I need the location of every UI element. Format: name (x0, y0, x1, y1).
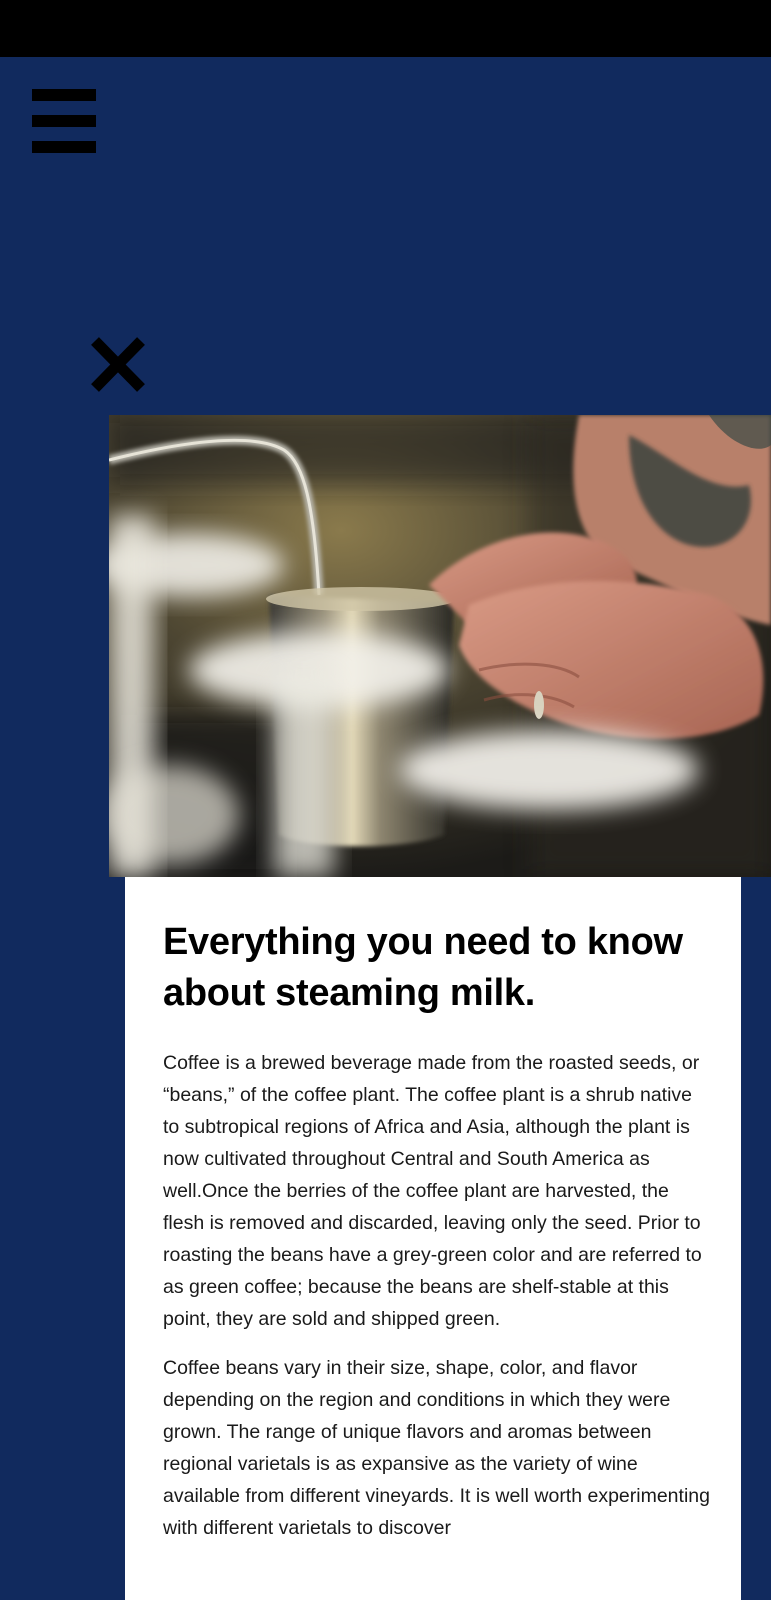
hero-image (109, 415, 771, 877)
article-body: Coffee is a brewed beverage made from th… (163, 1047, 711, 1544)
article-card: Everything you need to know about steami… (125, 877, 741, 1600)
close-button[interactable] (89, 337, 147, 392)
milk-steaming-photo (109, 415, 771, 877)
article-paragraph: Coffee beans vary in their size, shape, … (163, 1357, 710, 1539)
article-paragraph: Coffee is a brewed beverage made from th… (163, 1052, 702, 1330)
article-title: Everything you need to know about steami… (163, 921, 683, 1014)
hamburger-menu-button[interactable] (32, 89, 96, 154)
close-icon (91, 337, 145, 392)
status-bar (0, 0, 771, 57)
